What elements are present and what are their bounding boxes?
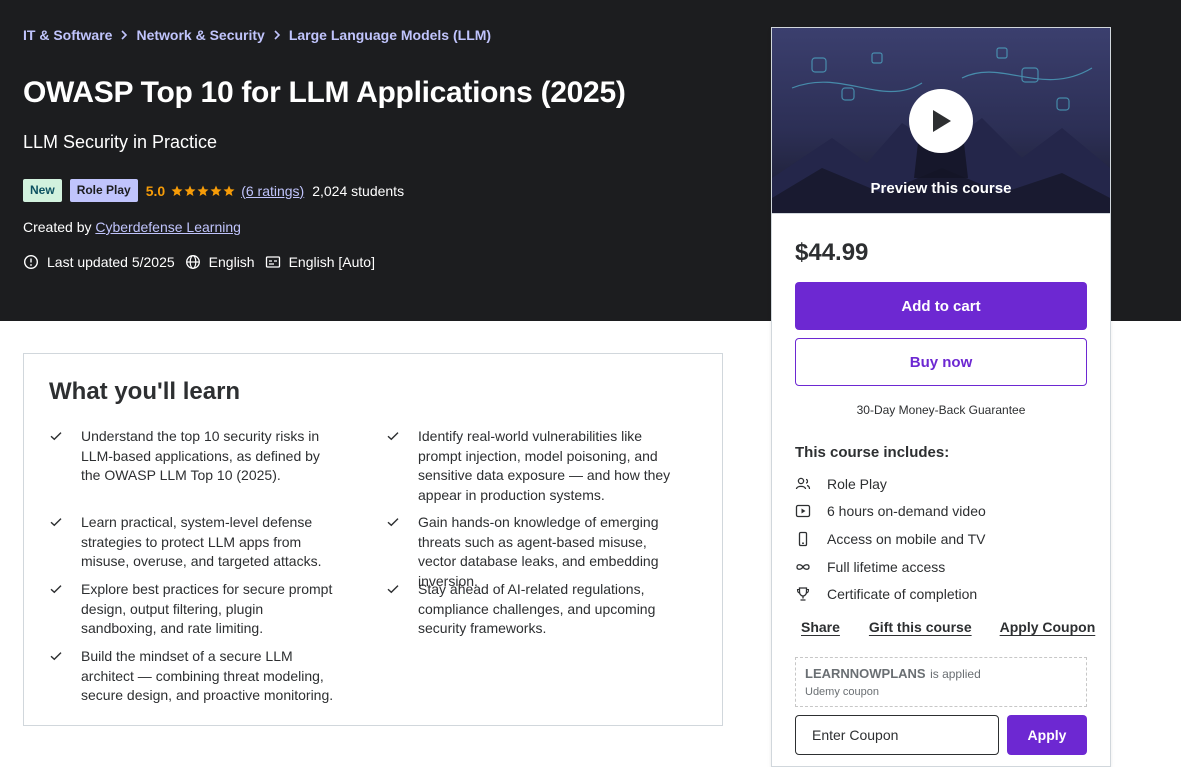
last-updated: Last updated 5/2025 [47, 254, 175, 270]
course-actions: Share Gift this course Apply Coupon [801, 619, 1095, 635]
breadcrumb-it-software[interactable]: IT & Software [23, 27, 112, 43]
learn-item-text: Understand the top 10 security risks in … [81, 428, 320, 484]
rating-value: 5.0 [145, 182, 166, 199]
learn-item-text: Stay ahead of AI-related regulations, co… [418, 581, 656, 637]
learn-item-text: Identify real-world vulnerabilities like… [418, 428, 671, 503]
learn-item-text: Learn practical, system-level defense st… [81, 514, 322, 570]
learn-item: Identify real-world vulnerabilities like… [386, 427, 676, 505]
include-item-video: 6 hours on-demand video [795, 503, 986, 519]
learn-item: Understand the top 10 security risks in … [49, 427, 339, 486]
chevron-right-icon [265, 30, 289, 40]
ratings-count-link[interactable]: (6 ratings) [241, 183, 304, 199]
check-icon [386, 429, 400, 505]
play-button[interactable] [909, 89, 973, 153]
video-icon [795, 503, 811, 519]
include-label: Access on mobile and TV [827, 531, 986, 547]
breadcrumb-llm[interactable]: Large Language Models (LLM) [289, 27, 491, 43]
course-price: $44.99 [795, 239, 869, 266]
learn-item: Build the mindset of a secure LLM archit… [49, 647, 339, 706]
play-icon [933, 110, 951, 132]
created-by-label: Created by [23, 219, 92, 235]
buy-now-button[interactable]: Buy now [795, 338, 1087, 386]
learn-item: Explore best practices for secure prompt… [49, 580, 339, 639]
purchase-sidebar: Preview this course $44.99 Add to cart B… [771, 27, 1111, 767]
learn-item-text: Explore best practices for secure prompt… [81, 581, 333, 637]
gift-course-button[interactable]: Gift this course [869, 619, 972, 635]
include-item-mobile: Access on mobile and TV [795, 531, 986, 547]
include-item-certificate: Certificate of completion [795, 586, 977, 602]
created-by: Created by Cyberdefense Learning [23, 219, 241, 235]
rating-stars [171, 185, 236, 197]
author-link[interactable]: Cyberdefense Learning [95, 219, 241, 235]
chevron-right-icon [112, 30, 136, 40]
include-label: Certificate of completion [827, 586, 978, 602]
course-language: English [208, 254, 255, 270]
role-play-icon [795, 476, 811, 492]
course-preview[interactable]: Preview this course [772, 28, 1110, 214]
apply-coupon-link[interactable]: Apply Coupon [1000, 619, 1096, 635]
course-meta: Last updated 5/2025 English English [Aut… [23, 254, 385, 270]
check-icon [49, 429, 63, 486]
apply-button[interactable]: Apply [1007, 715, 1087, 755]
check-icon [49, 515, 63, 572]
applied-coupon: LEARNNOWPLANS is applied Udemy coupon [795, 657, 1087, 707]
money-back-guarantee: 30-Day Money-Back Guarantee [856, 403, 1026, 417]
share-button[interactable]: Share [801, 619, 840, 635]
course-subtitle: LLM Security in Practice [23, 132, 218, 152]
role-play-badge: Role Play [69, 179, 138, 202]
coupon-code: LEARNNOWPLANS [805, 666, 926, 681]
preview-label[interactable]: Preview this course [772, 180, 1110, 197]
students-count: 2,024 students [312, 182, 405, 199]
infinity-icon [795, 559, 811, 575]
coupon-input[interactable] [795, 715, 999, 755]
globe-icon [185, 254, 201, 270]
alert-clock-icon [23, 254, 39, 270]
coupon-status: is applied [930, 667, 981, 681]
check-icon [49, 582, 63, 639]
learn-item-text: Build the mindset of a secure LLM archit… [81, 648, 334, 704]
course-captions: English [Auto] [288, 254, 375, 270]
star-icon [171, 185, 183, 196]
add-to-cart-button[interactable]: Add to cart [795, 282, 1087, 330]
star-icon [184, 185, 196, 196]
breadcrumb-network-security[interactable]: Network & Security [136, 27, 264, 43]
include-item-role-play: Role Play [795, 476, 887, 492]
include-label: Role Play [827, 476, 887, 492]
what-youll-learn: What you'll learn Understand the top 10 … [23, 353, 723, 726]
star-icon [197, 185, 209, 196]
coupon-source: Udemy coupon [805, 686, 879, 698]
include-label: Full lifetime access [827, 559, 946, 575]
trophy-icon [795, 586, 811, 602]
check-icon [49, 649, 63, 706]
learn-item: Learn practical, system-level defense st… [49, 513, 339, 572]
course-stats: New Role Play 5.0 (6 ratings) 2,024 stud… [23, 179, 404, 202]
includes-title: This course includes: [795, 444, 950, 461]
star-icon [223, 185, 235, 196]
include-label: 6 hours on-demand video [827, 503, 986, 519]
include-item-lifetime: Full lifetime access [795, 559, 945, 575]
mobile-icon [795, 531, 811, 547]
page-title: OWASP Top 10 for LLM Applications (2025) [23, 76, 626, 109]
learn-title: What you'll learn [49, 378, 241, 405]
new-badge: New [23, 179, 62, 202]
learn-item: Stay ahead of AI-related regulations, co… [386, 580, 676, 639]
breadcrumb: IT & Software Network & Security Large L… [23, 27, 491, 43]
check-icon [386, 582, 400, 639]
star-icon [210, 185, 222, 196]
captions-icon [265, 254, 281, 270]
